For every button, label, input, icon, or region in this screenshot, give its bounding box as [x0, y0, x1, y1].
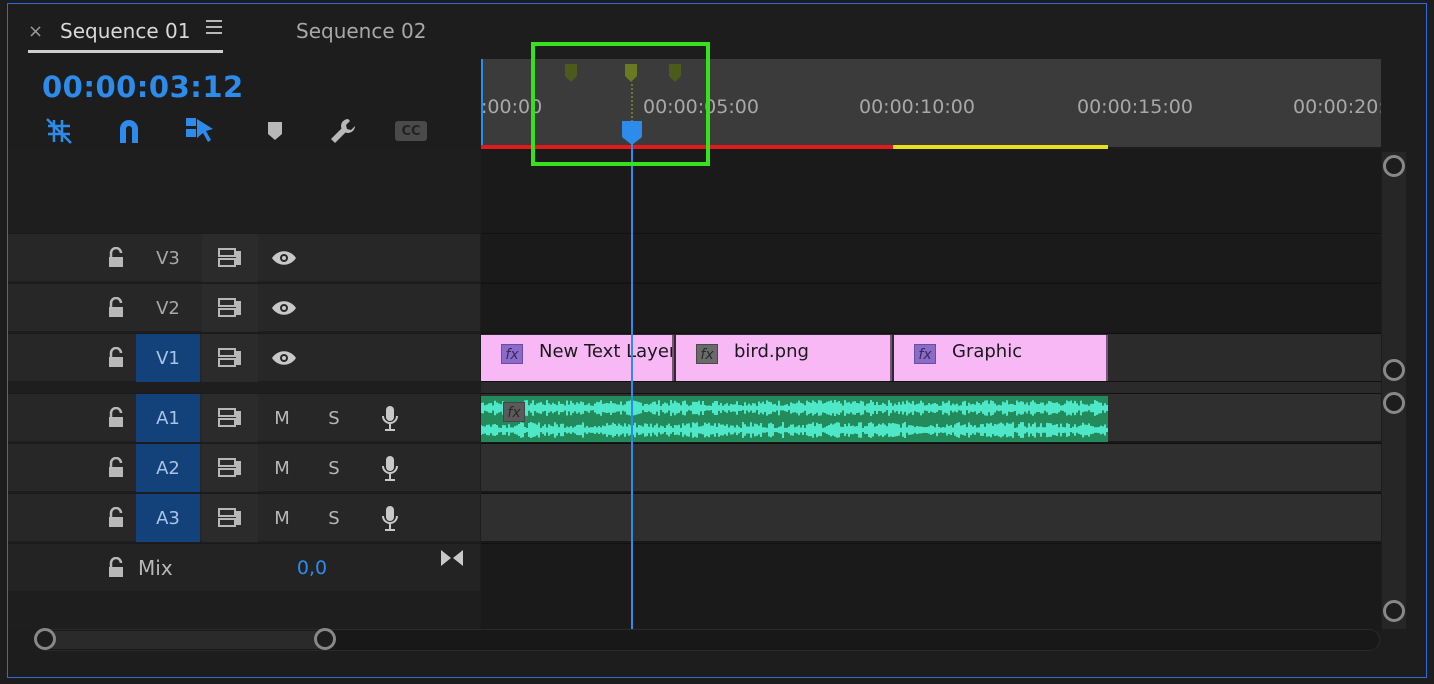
- track-name-v2[interactable]: V2: [136, 284, 200, 332]
- track-header-a1: A1 M S: [8, 393, 480, 442]
- solo-button[interactable]: S: [314, 494, 354, 542]
- fx-badge: fx: [501, 344, 523, 364]
- video-scroll-bottom-handle[interactable]: [1383, 359, 1405, 381]
- closed-captions-icon[interactable]: CC: [394, 114, 428, 148]
- lock-icon[interactable]: [100, 544, 132, 592]
- mute-button[interactable]: M: [260, 394, 304, 442]
- playhead-line[interactable]: [631, 132, 633, 629]
- mix-volume-value[interactable]: 0,0: [290, 544, 334, 592]
- wrench-icon[interactable]: [326, 114, 360, 148]
- microphone-icon[interactable]: [370, 394, 410, 442]
- solo-button[interactable]: S: [314, 394, 354, 442]
- add-marker-icon[interactable]: [258, 114, 292, 148]
- sync-lock-icon[interactable]: [202, 494, 258, 542]
- tab-sequence-02[interactable]: Sequence 02: [296, 19, 426, 43]
- zoom-right-handle[interactable]: [314, 628, 336, 650]
- lock-icon[interactable]: [100, 284, 132, 332]
- track-name-a2[interactable]: A2: [136, 444, 200, 492]
- snap-toggle-icon[interactable]: [42, 114, 76, 148]
- lane-mix: [481, 543, 1381, 631]
- clip-name: Graphic: [952, 341, 1023, 362]
- lock-icon[interactable]: [100, 234, 132, 282]
- active-tab-underline: [28, 50, 223, 53]
- lane-v1[interactable]: fx New Text Layer fx bird.png fx Graphic: [481, 333, 1381, 381]
- horizontal-scroll-thumb[interactable]: [44, 631, 326, 649]
- lock-icon[interactable]: [100, 334, 132, 382]
- lane-a3[interactable]: [481, 493, 1381, 541]
- timeline-panel: × Sequence 01 Sequence 02 00:00:03:12 CC…: [7, 3, 1427, 678]
- solo-button[interactable]: S: [314, 444, 354, 492]
- track-header-mix: Mix 0,0: [8, 543, 480, 591]
- audio-waveform: [481, 400, 1108, 438]
- lane-a2[interactable]: [481, 443, 1381, 491]
- go-to-in-out-icon[interactable]: [436, 544, 468, 572]
- clip-new-text-layer[interactable]: fx New Text Layer: [481, 335, 674, 381]
- audio-clip[interactable]: fx: [481, 396, 1108, 442]
- track-lanes: fx New Text Layer fx bird.png fx Graphic…: [481, 149, 1381, 631]
- fx-badge: fx: [914, 344, 936, 364]
- closed-captions-label: CC: [401, 123, 421, 139]
- video-scroll-top-handle[interactable]: [1383, 155, 1405, 177]
- fx-badge: fx: [503, 402, 525, 422]
- close-tab-icon[interactable]: ×: [28, 21, 43, 42]
- clip-bird-png[interactable]: fx bird.png: [676, 335, 892, 381]
- sync-lock-icon[interactable]: [202, 394, 258, 442]
- sync-lock-icon[interactable]: [202, 284, 258, 332]
- ruler-label-20s: 00:00:20:: [1293, 96, 1381, 118]
- mute-button[interactable]: M: [260, 494, 304, 542]
- lock-icon[interactable]: [100, 494, 132, 542]
- lock-icon[interactable]: [100, 444, 132, 492]
- magnet-icon[interactable]: [112, 114, 146, 148]
- fx-badge: fx: [696, 344, 718, 364]
- track-header-v2: V2: [8, 283, 480, 332]
- vertical-scrollbar[interactable]: [1382, 152, 1406, 629]
- lane-v3[interactable]: [481, 233, 1381, 281]
- clip-name: New Text Layer: [539, 341, 674, 362]
- mix-label: Mix: [138, 556, 173, 580]
- clip-name: bird.png: [734, 341, 809, 362]
- track-name-v1[interactable]: V1: [136, 334, 200, 382]
- sequence-start-line: [481, 59, 483, 147]
- microphone-icon[interactable]: [370, 494, 410, 542]
- highlight-annotation: [531, 42, 710, 166]
- audio-scroll-bottom-handle[interactable]: [1383, 600, 1405, 622]
- eye-icon[interactable]: [260, 234, 308, 282]
- ruler-label-10s: 00:00:10:00: [859, 96, 975, 118]
- header-spacer: [8, 149, 480, 233]
- waveform-channel: [481, 422, 1108, 438]
- lane-a1[interactable]: fx: [481, 393, 1381, 442]
- linked-selection-icon[interactable]: [182, 114, 216, 148]
- track-headers: V3 V2 V1 A1 M S A2 M S A3 M S Mix 0,0: [8, 149, 480, 631]
- mute-button[interactable]: M: [260, 444, 304, 492]
- lane-divider[interactable]: [481, 381, 1381, 393]
- microphone-icon[interactable]: [370, 444, 410, 492]
- lock-icon[interactable]: [100, 394, 132, 442]
- ruler-label-15s: 00:00:15:00: [1077, 96, 1193, 118]
- tab-bar: × Sequence 01 Sequence 02: [8, 4, 1428, 56]
- sync-lock-icon[interactable]: [202, 334, 258, 382]
- lane-v2[interactable]: [481, 283, 1381, 331]
- panel-menu-icon[interactable]: [206, 20, 222, 36]
- playhead-timecode[interactable]: 00:00:03:12: [42, 70, 244, 104]
- track-name-a1[interactable]: A1: [136, 394, 200, 442]
- sync-lock-icon[interactable]: [202, 444, 258, 492]
- zoom-left-handle[interactable]: [34, 628, 56, 650]
- tab-sequence-01[interactable]: Sequence 01: [60, 19, 190, 43]
- track-name-a3[interactable]: A3: [136, 494, 200, 542]
- track-header-a3: A3 M S: [8, 493, 480, 542]
- track-header-v3: V3: [8, 233, 480, 282]
- track-header-v1: V1: [8, 333, 480, 382]
- clip-graphic[interactable]: fx Graphic: [894, 335, 1108, 381]
- track-name-v3[interactable]: V3: [136, 234, 200, 282]
- audio-scroll-top-handle[interactable]: [1383, 392, 1405, 414]
- waveform-channel: [481, 400, 1108, 416]
- sync-lock-icon[interactable]: [202, 234, 258, 282]
- eye-icon[interactable]: [260, 334, 308, 382]
- eye-icon[interactable]: [260, 284, 308, 332]
- track-header-a2: A2 M S: [8, 443, 480, 492]
